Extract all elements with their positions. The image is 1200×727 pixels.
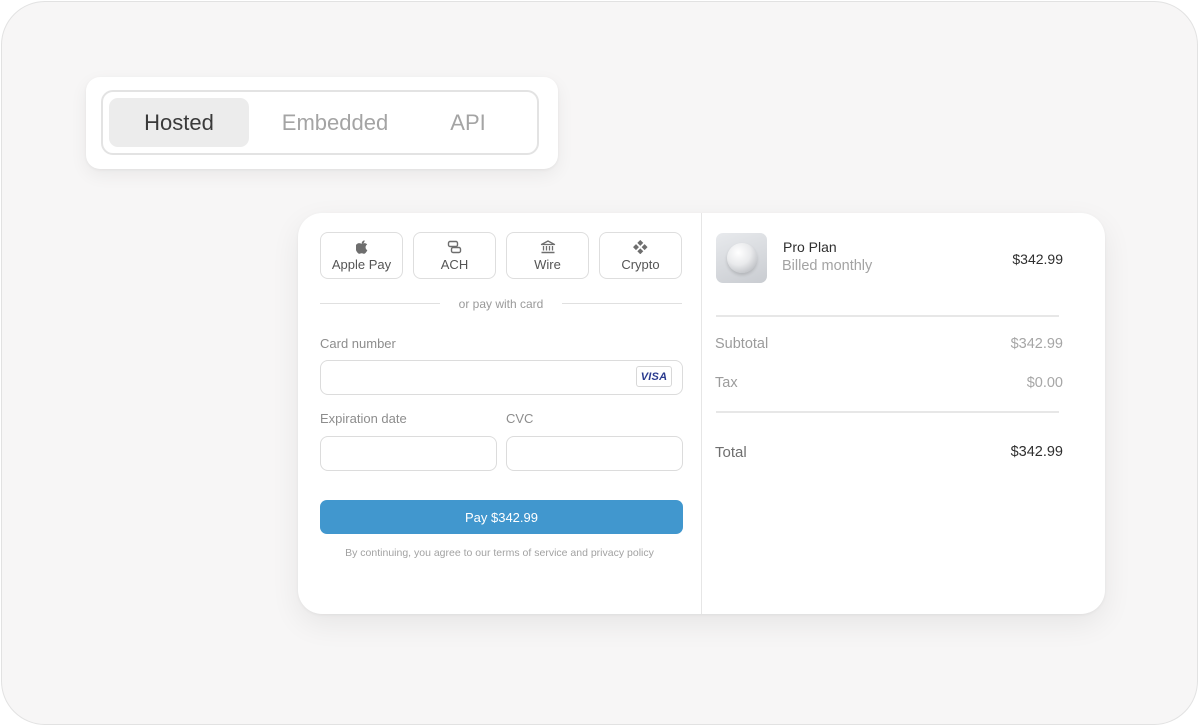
card-divider-text: or pay with card <box>458 297 544 311</box>
order-summary: Pro Plan Billed monthly $342.99 Subtotal… <box>702 213 1105 614</box>
divider-line-right <box>562 303 682 304</box>
subtotal-label: Subtotal <box>715 336 769 352</box>
total-label: Total <box>715 444 747 461</box>
product-name: Pro Plan <box>783 239 837 255</box>
pay-button[interactable]: Pay $342.99 <box>320 500 683 534</box>
summary-divider-top <box>716 315 1059 317</box>
crypto-icon <box>633 239 648 255</box>
integration-tabs: Hosted Embedded API <box>101 90 539 155</box>
payment-pane: Apple Pay ACH Wire Crypto or pay with ca… <box>298 213 701 614</box>
card-number-input[interactable] <box>320 360 683 395</box>
tab-api[interactable]: API <box>421 98 515 147</box>
product-image <box>727 243 757 273</box>
cvc-input[interactable] <box>506 436 683 471</box>
ach-button[interactable]: ACH <box>413 232 496 279</box>
page-frame: Hosted Embedded API Apple Pay ACH Wire C… <box>1 1 1198 725</box>
visa-icon: VISA <box>636 366 672 387</box>
ach-label: ACH <box>440 257 469 272</box>
bank-transfer-icon <box>447 239 462 255</box>
bank-building-icon <box>540 239 556 255</box>
product-price: $342.99 <box>1012 251 1063 267</box>
cvc-label: CVC <box>506 411 534 426</box>
payment-methods: Apple Pay ACH Wire Crypto <box>320 232 682 279</box>
wire-button[interactable]: Wire <box>506 232 589 279</box>
wire-label: Wire <box>534 257 561 272</box>
card-divider: or pay with card <box>320 297 682 311</box>
apple-icon <box>355 239 368 255</box>
card-number-label: Card number <box>320 336 396 351</box>
checkout-card: Apple Pay ACH Wire Crypto or pay with ca… <box>298 213 1105 614</box>
apple-pay-button[interactable]: Apple Pay <box>320 232 403 279</box>
product-billing: Billed monthly <box>782 258 873 274</box>
subtotal-value: $342.99 <box>1010 336 1063 352</box>
terms-text: By continuing, you agree to our terms of… <box>345 547 654 559</box>
crypto-label: Crypto <box>621 257 660 272</box>
expiration-input[interactable] <box>320 436 497 471</box>
tab-embedded[interactable]: Embedded <box>249 98 421 147</box>
expiration-label: Expiration date <box>320 411 407 426</box>
total-value: $342.99 <box>1010 444 1063 460</box>
crypto-button[interactable]: Crypto <box>599 232 682 279</box>
tab-hosted[interactable]: Hosted <box>109 98 249 147</box>
tax-label: Tax <box>715 375 738 391</box>
apple-pay-label: Apple Pay <box>331 257 392 272</box>
summary-divider-bottom <box>716 411 1059 413</box>
tax-value: $0.00 <box>1026 375 1063 391</box>
product-thumbnail <box>716 233 767 283</box>
integration-tabs-card: Hosted Embedded API <box>86 77 558 169</box>
